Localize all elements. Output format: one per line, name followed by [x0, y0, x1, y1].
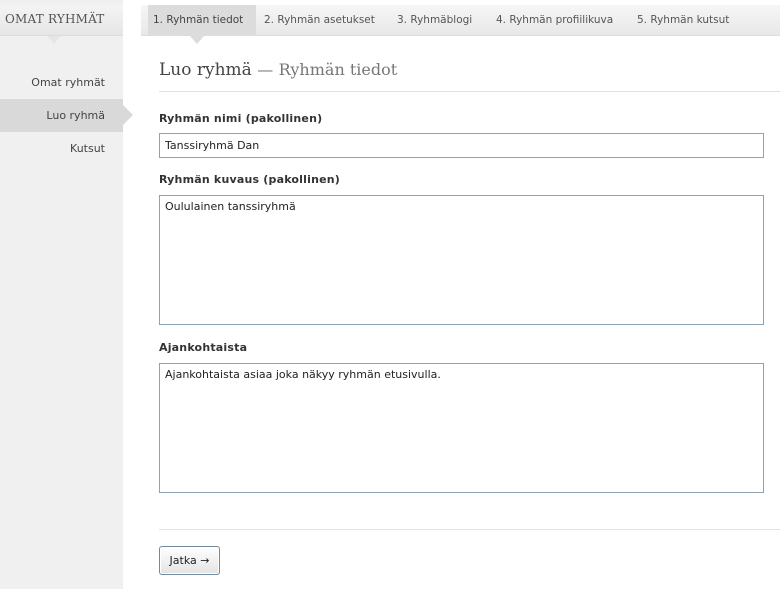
sidebar-item-label: Luo ryhmä [46, 109, 105, 122]
sidebar-item-kutsut[interactable]: Kutsut [0, 132, 123, 165]
tab-ryhman-kutsut[interactable]: 5. Ryhmän kutsut [632, 5, 734, 35]
news-label: Ajankohtaista [159, 341, 248, 354]
sidebar-item-label: Kutsut [70, 142, 105, 155]
sidebar-item-label: Omat ryhmät [31, 76, 105, 89]
tab-label: 2. Ryhmän asetukset [264, 14, 375, 26]
page-title-separator: — [257, 60, 274, 79]
page-title-main: Luo ryhmä [159, 60, 252, 80]
tab-label: 3. Ryhmäblogi [397, 14, 473, 26]
group-name-input[interactable] [159, 133, 764, 158]
group-description-textarea[interactable]: Oululainen tanssiryhmä [159, 195, 764, 325]
page-title: Luo ryhmä — Ryhmän tiedot [159, 60, 397, 80]
news-textarea[interactable]: Ajankohtaista asiaa joka näkyy ryhmän et… [159, 363, 764, 493]
title-divider [159, 91, 780, 92]
active-tab-pointer [190, 36, 204, 44]
sidebar-header: OMAT RYHMÄT [0, 5, 123, 36]
sidebar-item-luo-ryhma[interactable]: Luo ryhmä [0, 99, 133, 132]
form-divider [159, 529, 780, 530]
sidebar-header-pointer [47, 36, 61, 44]
tab-label: 4. Ryhmän profiilikuva [496, 14, 614, 26]
sidebar: OMAT RYHMÄT Omat ryhmät Luo ryhmä Kutsut [0, 0, 133, 589]
sidebar-title: OMAT RYHMÄT [5, 12, 105, 26]
group-description-label: Ryhmän kuvaus (pakollinen) [159, 173, 341, 186]
continue-button[interactable]: Jatka → [159, 546, 220, 575]
step-tabs: 1. Ryhmän tiedot 2. Ryhmän asetukset 3. … [141, 5, 780, 36]
group-name-label: Ryhmän nimi (pakollinen) [159, 112, 323, 125]
page-subtitle: Ryhmän tiedot [278, 60, 398, 79]
tab-ryhmablogi[interactable]: 3. Ryhmäblogi [392, 5, 477, 35]
tab-ryhman-tiedot[interactable]: 1. Ryhmän tiedot [148, 5, 256, 35]
sidebar-item-omat-ryhmat[interactable]: Omat ryhmät [0, 66, 123, 99]
tab-label: 5. Ryhmän kutsut [637, 14, 730, 26]
tab-ryhman-profiilikuva[interactable]: 4. Ryhmän profiilikuva [491, 5, 618, 35]
tab-label: 1. Ryhmän tiedot [153, 14, 244, 26]
sidebar-nav: Omat ryhmät Luo ryhmä Kutsut [0, 66, 133, 165]
tab-ryhman-asetukset[interactable]: 2. Ryhmän asetukset [259, 5, 380, 35]
